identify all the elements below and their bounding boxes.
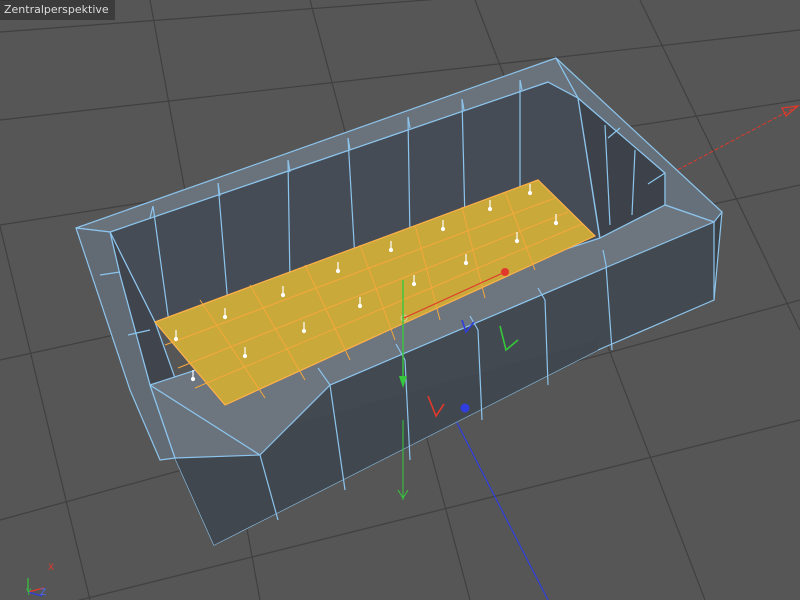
- axis-orientation-gizmo: X Y Z: [0, 563, 70, 600]
- axis-x-letter: X: [48, 563, 55, 573]
- axis-orientation-icon: [27, 578, 45, 597]
- view-name-label[interactable]: Zentralperspektive: [0, 0, 115, 20]
- viewport-scene[interactable]: [0, 0, 800, 600]
- axis-z-letter: Z: [40, 588, 47, 598]
- axis-y-letter: Y: [26, 588, 32, 598]
- 3d-viewport[interactable]: Zentralperspektive X Y Z: [0, 0, 800, 600]
- z-axis-handle[interactable]: [460, 403, 470, 413]
